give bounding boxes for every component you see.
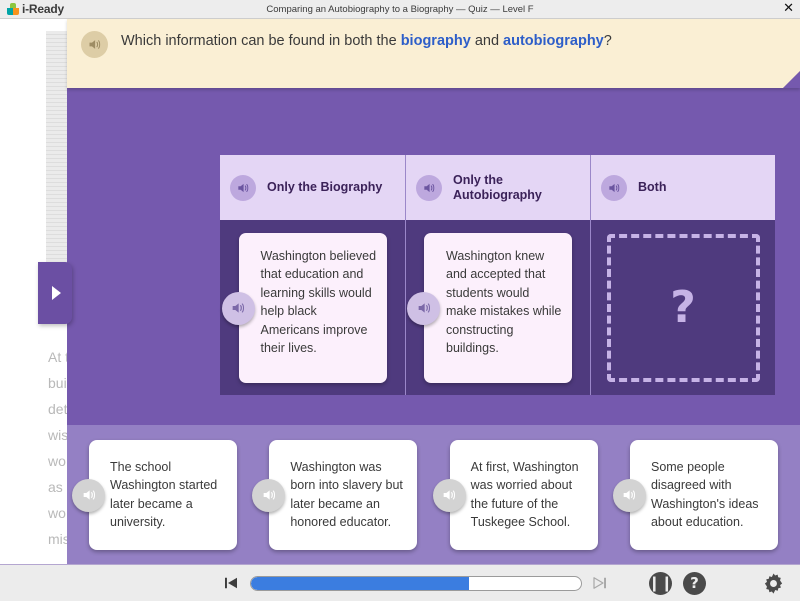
progress-bar-fill (251, 576, 469, 590)
sort-column-only-biography: Only the Biography Washington believed t… (220, 155, 405, 395)
previous-button[interactable] (222, 574, 240, 592)
expand-passage-button[interactable] (38, 262, 72, 324)
column-dropzone-both[interactable]: ? (591, 220, 775, 395)
column-header-label: Both (638, 180, 667, 194)
bottom-toolbar: ❙❙ ? (0, 564, 800, 601)
sorting-board: Only the Biography Washington believed t… (220, 155, 777, 395)
question-part-3: ? (603, 33, 612, 49)
placed-answer-card[interactable]: Washington believed that education and l… (221, 232, 387, 383)
speaker-icon[interactable] (72, 478, 105, 512)
question-text: Which information can be found in both t… (121, 30, 612, 52)
speaker-icon[interactable] (252, 478, 286, 512)
speaker-icon[interactable] (221, 291, 255, 325)
speaker-icon[interactable] (601, 174, 627, 201)
tray-answer-card[interactable]: At first, Washington was worried about t… (432, 439, 598, 550)
progress-bar[interactable] (250, 575, 582, 591)
column-header-both[interactable]: Both (591, 155, 775, 220)
question-mark-placeholder: ? (670, 281, 696, 333)
empty-dropzone[interactable]: ? (606, 233, 760, 382)
answer-card-text: At first, Washington was worried about t… (470, 459, 579, 530)
chevron-right-icon (52, 286, 61, 300)
biography-link[interactable]: biography (401, 33, 471, 49)
help-button[interactable]: ? (683, 571, 706, 595)
speaker-icon[interactable] (81, 31, 108, 58)
question-banner: Which information can be found in both t… (67, 19, 800, 88)
tray-answer-card[interactable]: Washington was born into slavery but lat… (252, 439, 418, 550)
speaker-icon[interactable] (432, 478, 466, 512)
answer-card-text: Some people disagreed with Washington's … (650, 459, 759, 530)
speaker-icon[interactable] (230, 174, 256, 201)
page-title: Comparing an Autobiography to a Biograph… (266, 3, 534, 15)
title-bar: i-Ready Comparing an Autobiography to a … (0, 0, 800, 19)
column-header-only-biography[interactable]: Only the Biography (220, 155, 405, 220)
close-icon[interactable]: ✕ (783, 2, 794, 16)
tray-answer-card[interactable]: The school Washington started later beca… (72, 439, 237, 550)
answer-card-text: The school Washington started later beca… (110, 459, 218, 530)
column-header-only-autobiography[interactable]: Only the Autobiography (406, 155, 590, 220)
tray-answer-card[interactable]: Some people disagreed with Washington's … (612, 439, 778, 550)
question-part-1: Which information can be found in both t… (121, 33, 401, 49)
settings-gear-icon[interactable] (762, 572, 785, 595)
next-button[interactable] (591, 574, 609, 592)
speaker-icon[interactable] (416, 174, 442, 201)
sort-column-both: Both ? (590, 155, 775, 395)
autobiography-link[interactable]: autobiography (503, 33, 604, 49)
speaker-icon[interactable] (407, 291, 440, 325)
answer-tray: The school Washington started later beca… (67, 425, 800, 564)
placed-answer-card[interactable]: Washington knew and accepted that studen… (407, 232, 572, 383)
column-dropzone-only-autobiography[interactable]: Washington knew and accepted that studen… (406, 220, 590, 395)
speaker-icon[interactable] (612, 478, 646, 512)
column-dropzone-only-biography[interactable]: Washington believed that education and l… (220, 220, 405, 395)
answer-card-text: Washington knew and accepted that studen… (446, 248, 562, 356)
column-header-label: Only the Biography (267, 180, 383, 194)
answer-card-text: Washington believed that education and l… (260, 248, 377, 356)
page-fold-icon (783, 71, 800, 88)
column-header-label: Only the Autobiography (453, 172, 542, 202)
answer-card-text: Washington was born into slavery but lat… (290, 459, 403, 530)
pause-button[interactable]: ❙❙ (648, 571, 673, 595)
question-part-2: and (470, 33, 504, 49)
quiz-window: At t bui det wis wo as wo mis Only the B… (0, 0, 800, 601)
sort-column-only-autobiography: Only the Autobiography Washington knew a… (405, 155, 590, 395)
